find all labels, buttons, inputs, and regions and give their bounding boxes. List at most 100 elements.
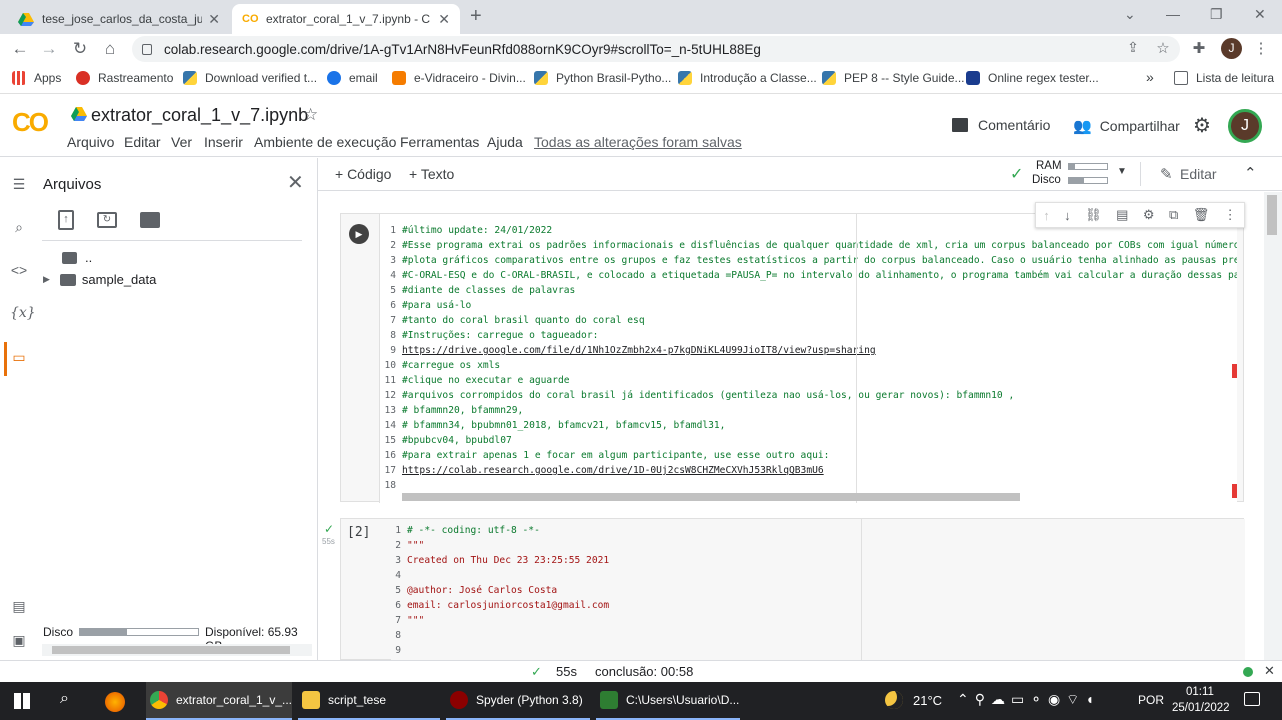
move-up-icon[interactable]: ↑ <box>1043 208 1050 223</box>
notebook-scrollbar[interactable] <box>1264 192 1282 660</box>
save-status[interactable]: Todas as alterações foram salvas <box>534 134 742 150</box>
code-snippets-icon[interactable]: <> <box>10 262 28 278</box>
move-down-icon[interactable]: ↓ <box>1064 208 1071 223</box>
menu-arquivo[interactable]: Arquivo <box>67 134 114 150</box>
home-icon[interactable]: ⌂ <box>99 39 121 59</box>
restore-icon[interactable]: ❐ <box>1210 6 1223 23</box>
browser-menu-icon[interactable]: ⋮ <box>1250 39 1272 57</box>
browser-tab-thesis[interactable]: tese_jose_carlos_da_costa_junior ✕ <box>8 4 230 34</box>
menu-inserir[interactable]: Inserir <box>204 134 243 150</box>
extensions-icon[interactable]: ✚ <box>1188 39 1210 57</box>
run-cell-button[interactable]: ▶ <box>349 224 369 244</box>
firefox-icon[interactable] <box>105 692 125 712</box>
runtime-dropdown-icon[interactable]: ▼ <box>1117 166 1127 177</box>
taskbar-spyder[interactable]: Spyder (Python 3.8) <box>446 682 590 720</box>
bookmark-rastreamento[interactable]: Rastreamento <box>76 71 173 85</box>
add-text-button[interactable]: + Texto <box>409 166 454 182</box>
close-window-icon[interactable]: ✕ <box>1254 6 1266 23</box>
tab-search-icon[interactable]: ⌄ <box>1124 6 1136 23</box>
windows-start-icon[interactable] <box>14 693 30 709</box>
weather-moon-icon[interactable] <box>885 691 903 709</box>
comment-icon[interactable]: ▤ <box>1116 207 1128 223</box>
terminal-icon[interactable]: ▣ <box>10 632 28 649</box>
code-editor[interactable]: 1 2 3 4 5 6 7 8 9 # -*- coding: utf-8 -*- """ Crea… <box>391 519 1245 661</box>
share-button[interactable]: 👥 Compartilhar <box>1073 117 1180 135</box>
notebook-title[interactable]: extrator_coral_1_v_7.ipynb <box>91 105 308 126</box>
star-icon[interactable]: ☆ <box>303 105 318 125</box>
browser-tab-colab[interactable]: CO extrator_coral_1_v_7.ipynb - Cola ✕ <box>232 4 460 34</box>
d-logo-icon <box>392 71 406 85</box>
scrollbar-thumb[interactable] <box>52 646 290 654</box>
variables-icon[interactable]: {x} <box>10 305 36 321</box>
code-text[interactable]: #último update: 24/01/2022 #Esse programa… <box>402 223 1237 493</box>
new-tab-button[interactable]: + <box>470 5 482 28</box>
code-scrollbar-thumb[interactable] <box>402 493 1020 501</box>
gear-icon[interactable]: ⚙ <box>1143 207 1155 223</box>
menu-ver[interactable]: Ver <box>171 134 192 150</box>
minimize-icon[interactable]: — <box>1166 6 1180 22</box>
settings-gear-icon[interactable]: ⚙ <box>1193 113 1211 138</box>
reload-icon[interactable]: ↻ <box>69 39 91 59</box>
close-tab-icon[interactable]: ✕ <box>208 11 220 28</box>
line-number: 2 <box>390 240 396 251</box>
bookmark-regex[interactable]: Online regex tester... <box>966 71 1099 85</box>
tree-item-parent[interactable]: .. <box>62 250 92 265</box>
collapse-chevron-icon[interactable]: ⌃ <box>1244 164 1257 182</box>
search-icon[interactable]: ⌕ <box>10 219 28 236</box>
bookmark-introducao[interactable]: Introdução a Classe... <box>678 71 817 85</box>
bookmark-star-icon[interactable]: ☆ <box>1152 39 1174 57</box>
comment-button[interactable]: Comentário <box>952 117 1050 133</box>
scrollbar-thumb[interactable] <box>1267 195 1277 235</box>
mirror-cell-icon[interactable]: ⧉ <box>1169 207 1178 223</box>
more-icon[interactable]: ⋮ <box>1224 207 1237 223</box>
toc-icon[interactable]: ☰ <box>10 176 28 193</box>
close-status-icon[interactable]: ✕ <box>1264 663 1275 679</box>
bookmark-apps[interactable]: Apps <box>12 71 61 85</box>
back-arrow-icon[interactable]: ← <box>9 39 31 59</box>
code-editor[interactable]: 1 2 3 4 5 6 7 8 9 10 11 12 13 14 15 16 17 18 #último upda… <box>379 214 1237 503</box>
bookmark-email[interactable]: email <box>327 71 378 85</box>
close-tab-icon[interactable]: ✕ <box>438 11 450 28</box>
address-bar[interactable]: colab.research.google.com/drive/1A-gTv1A… <box>132 36 1180 62</box>
mount-drive-icon[interactable] <box>140 212 160 228</box>
profile-avatar[interactable]: J <box>1221 38 1242 59</box>
upload-file-icon[interactable]: ↑ <box>58 210 74 230</box>
bookmarks-overflow[interactable]: » <box>1146 69 1154 85</box>
refresh-folder-icon[interactable]: ↻ <box>97 212 117 228</box>
menu-ajuda[interactable]: Ajuda <box>487 134 523 150</box>
bookmark-pep8[interactable]: PEP 8 -- Style Guide... <box>822 71 965 85</box>
google-drive-icon <box>18 13 34 26</box>
add-code-button[interactable]: + Código <box>335 166 391 182</box>
command-palette-icon[interactable]: ▤ <box>10 598 28 615</box>
folder-icon[interactable]: ▭ <box>10 349 28 366</box>
menu-editar[interactable]: Editar <box>124 134 161 150</box>
taskbar-script-tese[interactable]: script_tese <box>298 682 440 720</box>
code-cell-1[interactable]: ▶ 1 2 3 4 5 6 7 8 9 10 11 12 13 14 15 16 17 18 #último up… <box>340 202 1245 503</box>
link-icon[interactable]: ⛓ <box>1085 207 1102 223</box>
reading-list[interactable]: Lista de leitura <box>1174 71 1274 85</box>
bookmark-download[interactable]: Download verified t... <box>183 71 317 85</box>
line-number: 4 <box>390 270 396 281</box>
menu-ferramentas[interactable]: Ferramentas <box>400 134 479 150</box>
forward-arrow-icon[interactable]: → <box>38 39 60 59</box>
tree-item-sample-data[interactable]: ▶ sample_data <box>43 272 156 287</box>
user-avatar[interactable]: J <box>1228 109 1262 143</box>
share-page-icon[interactable]: ⇪ <box>1122 39 1144 56</box>
input-language[interactable]: POR <box>1138 693 1164 707</box>
edit-button[interactable]: Editar <box>1180 166 1217 182</box>
delete-icon[interactable]: 🗑 <box>1193 207 1210 223</box>
tray-icons[interactable]: ⌃⚲☁▭⚬◉⌔◖ <box>957 691 1100 709</box>
code-line: https://colab.research.google.com/drive/… <box>402 465 824 476</box>
notifications-icon[interactable] <box>1244 692 1260 706</box>
close-panel-icon[interactable]: ✕ <box>287 170 304 195</box>
menu-ambiente[interactable]: Ambiente de execução <box>254 134 396 150</box>
horizontal-scrollbar[interactable] <box>42 644 312 656</box>
search-icon[interactable]: ⌕ <box>60 690 69 708</box>
bookmark-evidraceiro[interactable]: e-Vidraceiro - Divin... <box>392 71 526 85</box>
code-text[interactable]: # -*- coding: utf-8 -*- """ Created on Thu… <box>407 523 609 658</box>
bookmark-python-brasil[interactable]: Python Brasil-Pytho... <box>534 71 671 85</box>
taskbar-chrome[interactable]: extrator_coral_1_v_... <box>146 682 292 720</box>
code-cell-2[interactable]: [2] 1 2 3 4 5 6 7 8 9 # -*- coding: utf-8 -*- """… <box>340 518 1245 661</box>
taskbar-terminal[interactable]: C:\Users\Usuario\D... <box>596 682 740 720</box>
